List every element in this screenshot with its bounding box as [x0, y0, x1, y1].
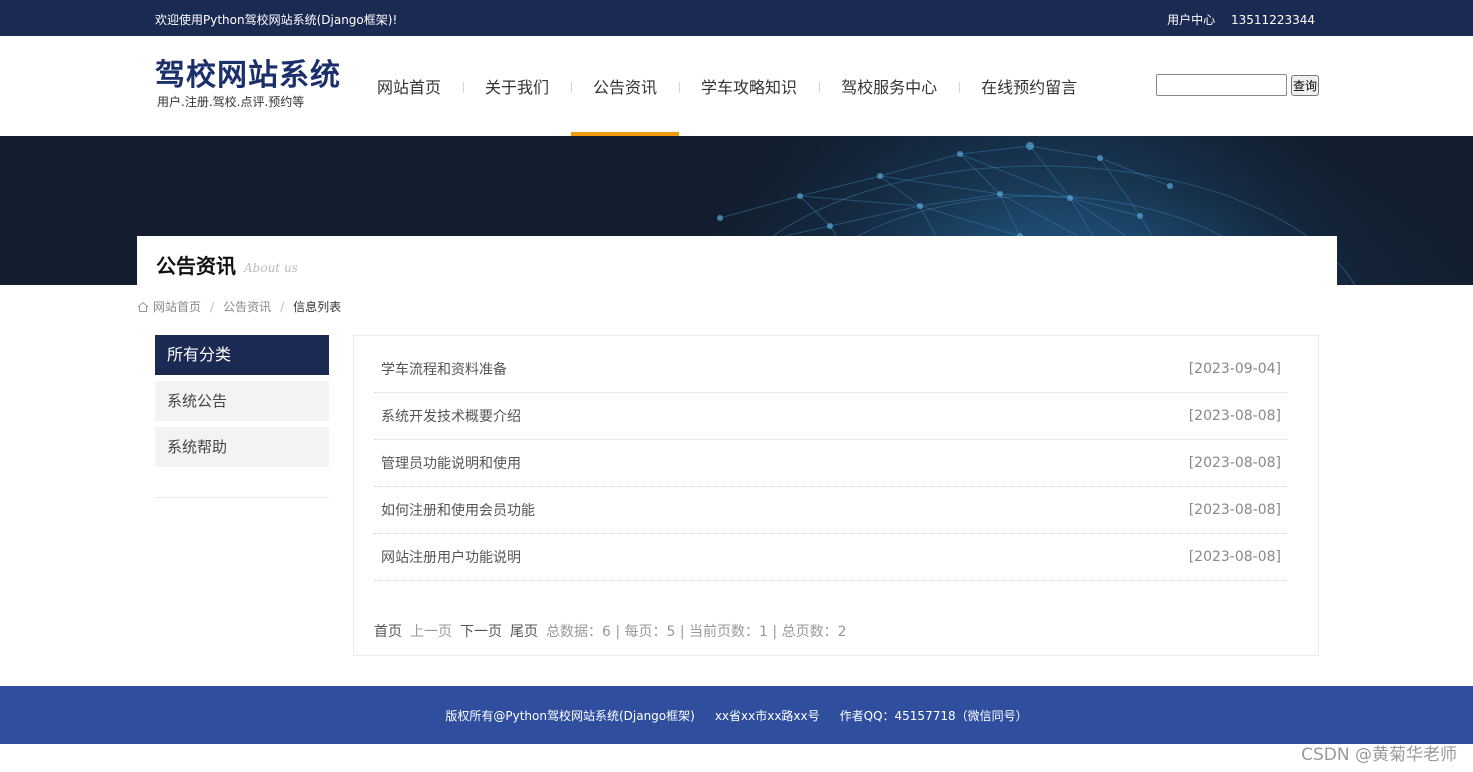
- news-title[interactable]: 网站注册用户功能说明: [381, 547, 521, 567]
- user-center-link[interactable]: 用户中心: [1167, 13, 1215, 27]
- list-item[interactable]: 网站注册用户功能说明 [2023-08-08]: [374, 534, 1288, 581]
- sidebar-item-system-notice[interactable]: 系统公告: [155, 381, 329, 421]
- nav-label: 学车攻略知识: [701, 78, 798, 97]
- nav-label: 关于我们: [485, 78, 550, 97]
- main-nav: 网站首页 关于我们 公告资讯 学车攻略知识 驾校服务中心 在线预约留言: [355, 36, 1099, 136]
- breadcrumb-separator: /: [210, 299, 215, 314]
- nav-item-learning-tips[interactable]: 学车攻略知识: [679, 36, 819, 136]
- section-subtitle: About us: [244, 261, 298, 275]
- news-title[interactable]: 系统开发技术概要介绍: [381, 406, 521, 426]
- sidebar-divider: [155, 497, 329, 498]
- footer-copyright: 版权所有@Python驾校网站系统(Django框架): [445, 708, 695, 723]
- breadcrumb-separator: /: [280, 299, 285, 314]
- breadcrumb-home[interactable]: 网站首页: [153, 298, 201, 315]
- search-input[interactable]: [1156, 74, 1287, 96]
- sidebar-item-system-help[interactable]: 系统帮助: [155, 427, 329, 467]
- breadcrumb-section[interactable]: 公告资讯: [223, 298, 271, 315]
- news-list: 学车流程和资料准备 [2023-09-04] 系统开发技术概要介绍 [2023-…: [374, 346, 1288, 581]
- nav-item-booking[interactable]: 在线预约留言: [959, 36, 1099, 136]
- pager-info: 总数据：6 | 每页：5 | 当前页数：1 | 总页数：2: [546, 624, 847, 640]
- home-icon: [137, 301, 149, 312]
- phone-number: 13511223344: [1231, 13, 1315, 27]
- pager-prev[interactable]: 上一页: [410, 621, 452, 641]
- site-name: 驾校网站系统: [155, 58, 341, 93]
- news-title[interactable]: 学车流程和资料准备: [381, 359, 507, 379]
- nav-label: 网站首页: [377, 78, 442, 97]
- pager-last[interactable]: 尾页: [510, 621, 538, 641]
- nav-item-about[interactable]: 关于我们: [463, 36, 571, 136]
- sidebar-heading: 所有分类: [155, 335, 329, 375]
- list-item[interactable]: 学车流程和资料准备 [2023-09-04]: [374, 346, 1288, 393]
- news-date: [2023-08-08]: [1188, 549, 1281, 565]
- nav-item-home[interactable]: 网站首页: [355, 36, 463, 136]
- footer: 版权所有@Python驾校网站系统(Django框架) xx省xx市xx路xx号…: [0, 686, 1473, 744]
- nav-item-service-center[interactable]: 驾校服务中心: [819, 36, 959, 136]
- top-bar-right: 用户中心 13511223344: [1155, 11, 1315, 28]
- news-date: [2023-08-08]: [1188, 455, 1281, 471]
- news-date: [2023-08-08]: [1188, 502, 1281, 518]
- csdn-watermark: CSDN @黄菊华老师: [1301, 745, 1457, 765]
- news-panel: 学车流程和资料准备 [2023-09-04] 系统开发技术概要介绍 [2023-…: [353, 335, 1319, 656]
- search-box: 查询: [1156, 74, 1319, 96]
- pager-first[interactable]: 首页: [374, 621, 402, 641]
- list-item[interactable]: 系统开发技术概要介绍 [2023-08-08]: [374, 393, 1288, 440]
- footer-author: 作者QQ：45157718（微信同号）: [839, 708, 1028, 723]
- site-tagline: 用户.注册.驾校.点评.预约等: [157, 95, 305, 109]
- nav-label: 驾校服务中心: [841, 78, 938, 97]
- nav-label: 在线预约留言: [981, 78, 1078, 97]
- header: 驾校网站系统 用户.注册.驾校.点评.预约等 网站首页 关于我们 公告资讯 学车…: [0, 36, 1473, 136]
- nav-item-announcements[interactable]: 公告资讯: [571, 36, 680, 136]
- news-title[interactable]: 管理员功能说明和使用: [381, 453, 521, 473]
- section-title-box: 公告资讯 About us: [137, 236, 1337, 285]
- pager-next[interactable]: 下一页: [460, 621, 502, 641]
- pagination: 首页 上一页 下一页 尾页 总数据：6 | 每页：5 | 当前页数：1 | 总页…: [374, 621, 846, 641]
- welcome-text: 欢迎使用Python驾校网站系统(Django框架)!: [155, 13, 398, 27]
- site-logo[interactable]: 驾校网站系统 用户.注册.驾校.点评.预约等: [155, 58, 341, 109]
- news-date: [2023-09-04]: [1188, 361, 1281, 377]
- section-title: 公告资讯: [156, 254, 236, 278]
- breadcrumb-current: 信息列表: [293, 300, 342, 314]
- nav-label: 公告资讯: [593, 78, 658, 97]
- list-item[interactable]: 如何注册和使用会员功能 [2023-08-08]: [374, 487, 1288, 534]
- breadcrumb: 网站首页 / 公告资讯 / 信息列表: [137, 298, 341, 315]
- search-button[interactable]: 查询: [1291, 74, 1319, 96]
- top-bar: 欢迎使用Python驾校网站系统(Django框架)! 用户中心 1351122…: [0, 0, 1473, 36]
- footer-address: xx省xx市xx路xx号: [714, 708, 820, 723]
- news-date: [2023-08-08]: [1188, 408, 1281, 424]
- news-title[interactable]: 如何注册和使用会员功能: [381, 500, 535, 520]
- category-sidebar: 所有分类 系统公告 系统帮助: [155, 335, 329, 498]
- list-item[interactable]: 管理员功能说明和使用 [2023-08-08]: [374, 440, 1288, 487]
